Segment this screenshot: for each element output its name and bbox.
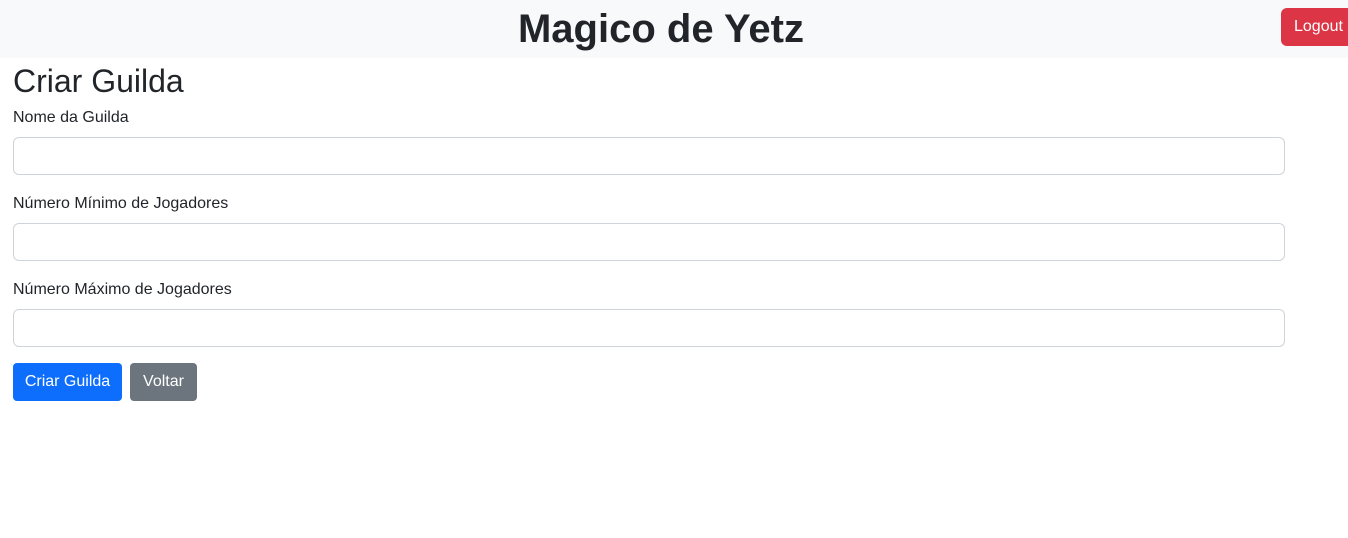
create-guild-button[interactable]: Criar Guilda: [13, 363, 122, 401]
min-players-input[interactable]: [13, 223, 1285, 261]
page-title: Criar Guilda: [13, 63, 184, 99]
logout-button[interactable]: Logout: [1281, 8, 1348, 46]
max-players-label: Número Máximo de Jogadores: [13, 281, 232, 298]
max-players-input[interactable]: [13, 309, 1285, 347]
guild-name-label: Nome da Guilda: [13, 109, 129, 126]
min-players-label: Número Mínimo de Jogadores: [13, 195, 229, 212]
guild-name-input[interactable]: [13, 137, 1285, 175]
app-title: Magico de Yetz: [517, 7, 804, 51]
top-navbar: Magico de Yetz Logout: [0, 0, 1348, 58]
back-button[interactable]: Voltar: [130, 363, 197, 401]
